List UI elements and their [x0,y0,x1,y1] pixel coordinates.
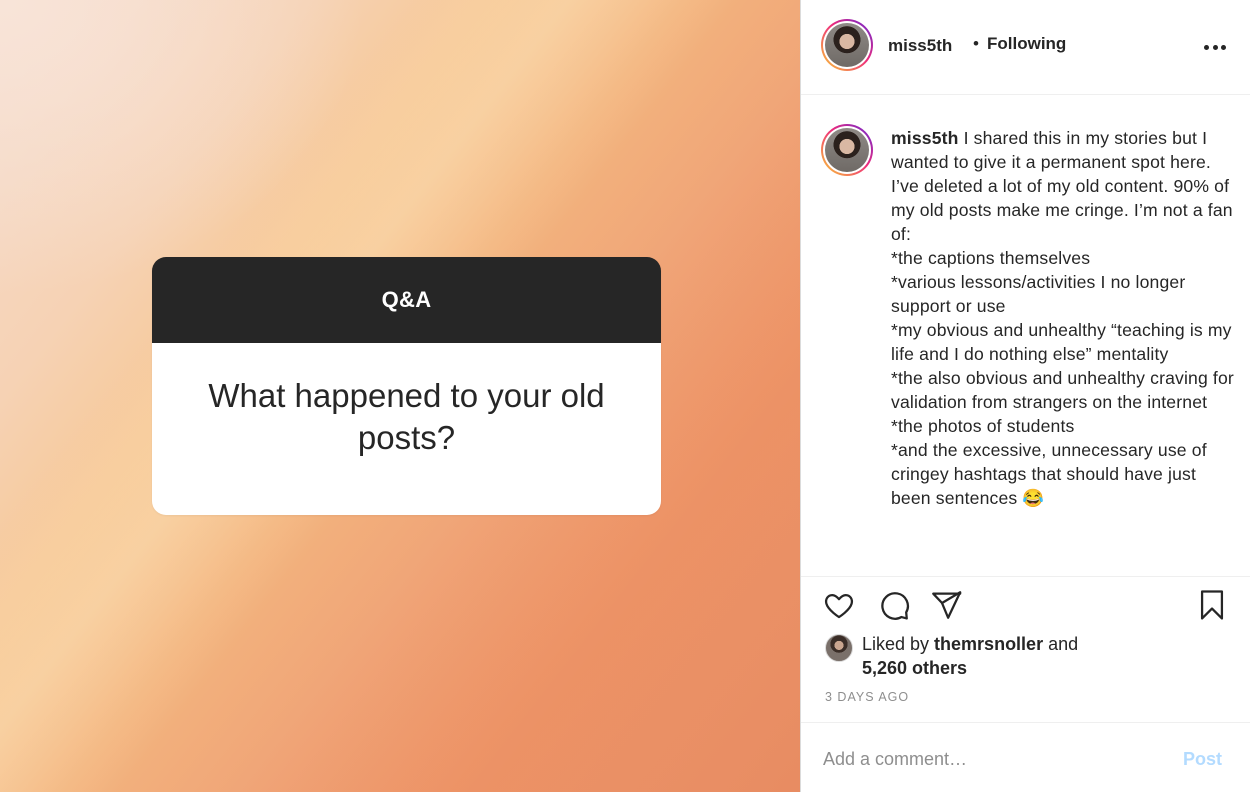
author-avatar[interactable] [821,19,873,71]
caption-text: miss5th I shared this in my stories but … [891,126,1236,510]
caption-username[interactable]: miss5th [891,128,959,148]
likes-text[interactable]: Liked by themrsnoller and 5,260 others [862,632,1222,680]
qa-sticker-question: What happened to your old posts? [152,343,661,515]
action-bar [801,576,1250,636]
post-comment-button[interactable]: Post [1183,749,1222,770]
liker-username[interactable]: themrsnoller [934,634,1043,654]
comment-bar: Post [801,722,1250,792]
caption-author-avatar[interactable] [821,124,873,176]
post-timestamp[interactable]: 3 DAYS AGO [825,690,909,704]
qa-sticker-header: Q&A [152,257,661,343]
bookmark-icon[interactable] [1194,587,1230,623]
caption-body: I shared this in my stories but I wanted… [891,128,1234,508]
comment-input[interactable] [823,747,1153,771]
likes-prefix: Liked by [862,634,935,654]
paper-plane-icon[interactable] [928,587,964,623]
post-header: miss5th • Following [801,0,1250,95]
likes-section: Liked by themrsnoller and 5,260 others [801,630,1250,690]
following-button[interactable]: Following [987,34,1066,54]
liker-avatar[interactable] [825,634,853,662]
comment-bubble-icon[interactable] [876,587,912,623]
likes-others-count[interactable]: 5,260 others [862,658,967,678]
caption-section: miss5th I shared this in my stories but … [801,96,1250,576]
post-details-panel: miss5th • Following miss5th I shared thi… [801,0,1250,792]
qa-sticker-card: Q&A What happened to your old posts? [152,257,661,515]
more-options-icon[interactable] [1204,45,1226,51]
likes-and: and [1043,634,1079,654]
header-separator: • [973,34,979,53]
post-image[interactable]: Q&A What happened to your old posts? [0,0,801,792]
author-username[interactable]: miss5th [888,36,952,56]
heart-icon[interactable] [821,587,857,623]
